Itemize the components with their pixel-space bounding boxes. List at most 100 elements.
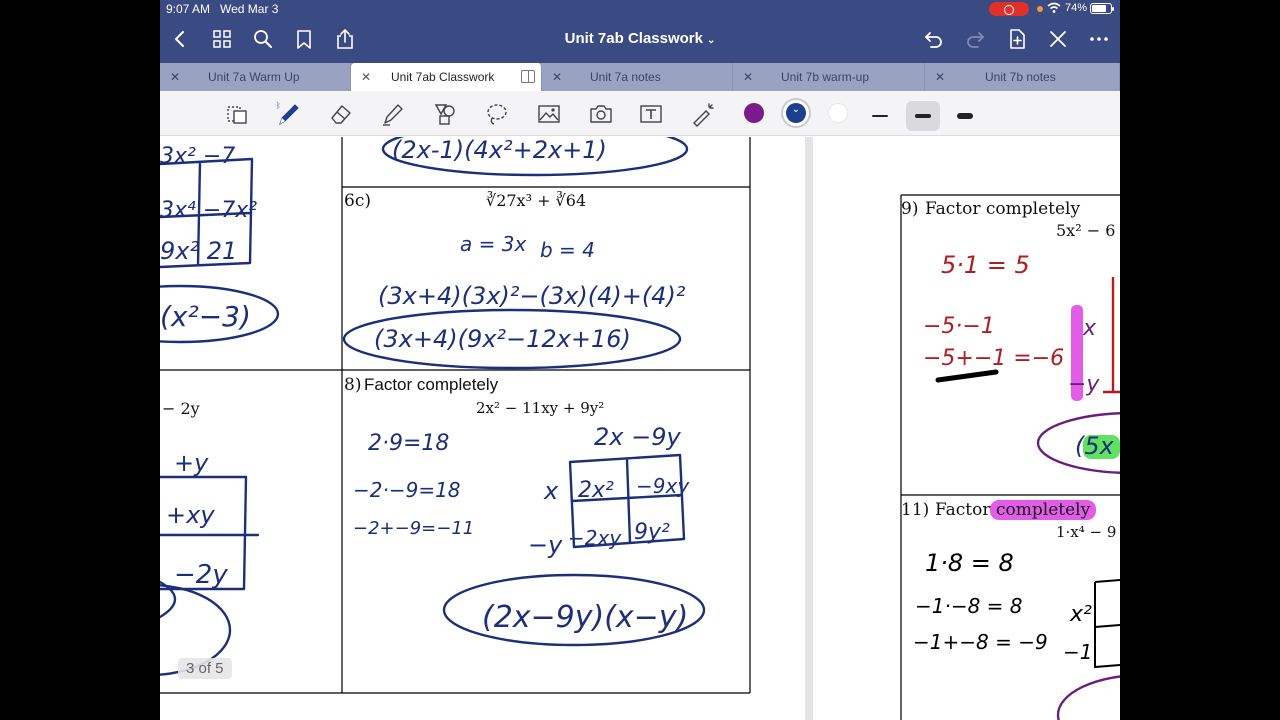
svg-text:+xy: +xy: [166, 501, 215, 529]
more-icon: [1090, 37, 1108, 41]
status-time: 9:07 AM: [166, 2, 211, 16]
close-icon[interactable]: ✕: [935, 63, 945, 91]
highlighter-icon: [383, 104, 403, 126]
svg-text:−2y: −2y: [174, 560, 228, 590]
svg-text:9y²: 9y²: [634, 520, 670, 545]
image-icon: [538, 105, 560, 123]
svg-text:b = 4: b = 4: [540, 238, 595, 262]
undo-icon: [925, 32, 942, 48]
svg-text:2x −9y: 2x −9y: [594, 423, 681, 451]
mic-indicator-icon: [1037, 6, 1043, 12]
thumbnails-button[interactable]: [209, 26, 235, 52]
svg-text:x: x: [1082, 316, 1097, 341]
stroke-medium-option[interactable]: [906, 101, 940, 131]
svg-text:3x⁴ −7x²: 3x⁴ −7x²: [160, 198, 257, 223]
svg-text:−5·−1: −5·−1: [923, 314, 995, 339]
eraser-tool[interactable]: [326, 99, 356, 129]
color-white-swatch[interactable]: [828, 103, 848, 123]
chevron-down-icon: ⌄: [791, 104, 801, 115]
page-indicator: 3 of 5: [178, 658, 232, 679]
bookmark-button[interactable]: [291, 26, 317, 52]
redo-icon: [967, 32, 984, 48]
redo-button[interactable]: [962, 26, 988, 52]
svg-text:−1·−8 = 8: −1·−8 = 8: [915, 594, 1023, 618]
svg-text:−2xy: −2xy: [568, 526, 622, 550]
lasso-pages-icon: [227, 106, 247, 124]
svg-text:−5+−1 =−6: −5+−1 =−6: [923, 346, 1064, 371]
text-box-icon: [640, 105, 662, 123]
nav-bar: 9:07 AM Wed Mar 3 74% Unit 7ab Classwork…: [160, 0, 1120, 63]
svg-text:−1: −1: [1063, 640, 1092, 664]
handwriting-ink: 5·1 = 5 −5·−1 −5+−1 =−6 x −y (5x 1·8 = 8…: [913, 251, 1120, 720]
share-button[interactable]: [332, 26, 358, 52]
wifi-icon: [1047, 2, 1061, 13]
pen-tool[interactable]: ᛒ: [274, 99, 304, 129]
laser-pointer-tool[interactable]: [688, 99, 718, 129]
eraser-icon: [331, 105, 351, 124]
svg-text:(3x+4)(3x)²−(3x)(4)+(4)²: (3x+4)(3x)²−(3x)(4)+(4)²: [378, 282, 686, 310]
tab-unit-7b-notes[interactable]: ✕ Unit 7b notes: [925, 63, 1120, 91]
svg-text:−y: −y: [1068, 372, 1100, 397]
svg-text:5·1 = 5: 5·1 = 5: [941, 251, 1030, 279]
text-box-tool[interactable]: [636, 99, 666, 129]
search-button[interactable]: [250, 26, 276, 52]
tab-bar: ✕ Unit 7a Warm Up ✕ Unit 7ab Classwork ✕…: [160, 63, 1120, 91]
grid-icon: [213, 30, 231, 48]
close-edit-button[interactable]: [1045, 26, 1071, 52]
tab-unit-7b-warm-up[interactable]: ✕ Unit 7b warm-up: [733, 63, 925, 91]
image-tool[interactable]: [534, 99, 564, 129]
share-icon: [337, 29, 353, 49]
color-blue-swatch[interactable]: ⌄: [786, 103, 806, 123]
highlighter-tool[interactable]: [378, 99, 408, 129]
more-button[interactable]: [1086, 26, 1112, 52]
close-icon[interactable]: ✕: [170, 63, 180, 91]
tab-unit-7a-warm-up[interactable]: ✕ Unit 7a Warm Up: [160, 63, 351, 91]
add-page-button[interactable]: [1004, 26, 1030, 52]
bookmark-icon: [297, 30, 311, 49]
page-4[interactable]: 9) Factor completely 5x² − 6 11) Factor …: [813, 137, 1120, 720]
svg-text:−9xy: −9xy: [636, 474, 690, 498]
svg-text:a = 3x: a = 3x: [460, 232, 526, 256]
back-button[interactable]: [167, 26, 193, 52]
page-3[interactable]: 6c) ∛27x³ + ∛64 8) Factor completely 2x²…: [160, 137, 805, 720]
chevron-left-icon: [175, 31, 184, 47]
svg-text:2·9=18: 2·9=18: [368, 431, 449, 456]
search-icon: [254, 30, 272, 48]
stroke-thin-option[interactable]: [863, 101, 897, 131]
close-icon[interactable]: ✕: [552, 63, 562, 91]
camera-tool[interactable]: [586, 99, 616, 129]
page-gutter: [805, 137, 813, 720]
shapes-icon: [434, 104, 455, 125]
svg-text:x²: x²: [1069, 602, 1092, 627]
svg-text:1·8 = 8: 1·8 = 8: [925, 549, 1014, 577]
pen-off-icon: [1050, 31, 1066, 47]
tab-unit-7ab-classwork[interactable]: ✕ Unit 7ab Classwork: [351, 63, 542, 91]
shapes-tool[interactable]: [430, 99, 460, 129]
split-view-icon[interactable]: [521, 70, 535, 83]
tab-unit-7a-notes[interactable]: ✕ Unit 7a notes: [542, 63, 733, 91]
svg-text:x: x: [543, 477, 559, 505]
close-icon[interactable]: ✕: [361, 63, 371, 91]
screen-recording-icon[interactable]: [989, 2, 1029, 16]
document-title[interactable]: Unit 7ab Classwork ⌄: [490, 30, 790, 47]
lasso-tool[interactable]: [482, 99, 512, 129]
stroke-thick-option[interactable]: [948, 101, 982, 131]
laser-pointer-icon: [693, 103, 714, 127]
annotation-toolbar: ᛒ ⌄: [160, 91, 1120, 136]
camera-icon: [590, 105, 612, 123]
svg-text:−1+−8 = −9: −1+−8 = −9: [913, 630, 1048, 654]
lasso-pages-tool[interactable]: [222, 99, 252, 129]
svg-text:(2x-1)(4x²+2x+1): (2x-1)(4x²+2x+1): [392, 137, 607, 164]
color-purple-swatch[interactable]: [744, 103, 764, 123]
document-canvas[interactable]: 6c) ∛27x³ + ∛64 8) Factor completely 2x²…: [160, 137, 1120, 720]
pen-icon: ᛒ: [276, 101, 299, 126]
svg-text:−2+−9=−11: −2+−9=−11: [353, 518, 474, 539]
close-icon[interactable]: ✕: [743, 63, 753, 91]
battery-percent: 74%: [1065, 2, 1088, 14]
undo-button[interactable]: [921, 26, 947, 52]
lasso-icon: [487, 104, 507, 125]
svg-text:(x²−3): (x²−3): [160, 300, 251, 333]
svg-text:+y: +y: [174, 449, 209, 477]
svg-text:9x² 21: 9x² 21: [160, 237, 237, 265]
svg-text:−y: −y: [528, 531, 563, 559]
